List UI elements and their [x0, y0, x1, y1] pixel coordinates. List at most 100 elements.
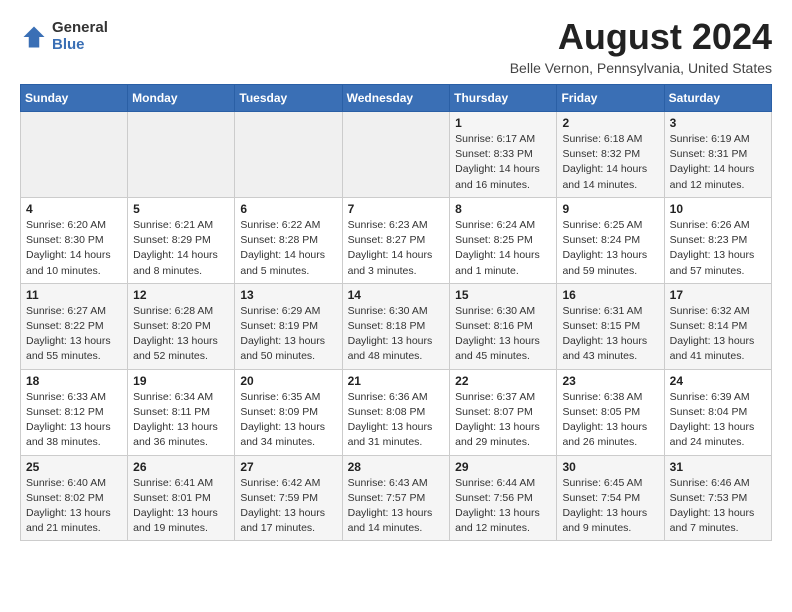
day-detail: Sunrise: 6:40 AMSunset: 8:02 PMDaylight:…: [26, 476, 122, 537]
day-detail: Sunrise: 6:22 AMSunset: 8:28 PMDaylight:…: [240, 218, 336, 279]
day-number: 25: [26, 460, 122, 474]
day-number: 8: [455, 202, 551, 216]
day-detail: Sunrise: 6:39 AMSunset: 8:04 PMDaylight:…: [670, 390, 766, 451]
day-number: 6: [240, 202, 336, 216]
day-detail: Sunrise: 6:26 AMSunset: 8:23 PMDaylight:…: [670, 218, 766, 279]
calendar-cell: 8 Sunrise: 6:24 AMSunset: 8:25 PMDaylight…: [450, 197, 557, 283]
calendar-cell: [342, 112, 450, 198]
day-number: 20: [240, 374, 336, 388]
logo-general: General: [52, 20, 108, 37]
calendar-cell: 4 Sunrise: 6:20 AMSunset: 8:30 PMDaylight…: [21, 197, 128, 283]
weekday-header-thursday: Thursday: [450, 85, 557, 112]
day-number: 3: [670, 116, 766, 130]
title-block: August 2024 Belle Vernon, Pennsylvania, …: [510, 16, 772, 76]
day-detail: Sunrise: 6:30 AMSunset: 8:18 PMDaylight:…: [348, 304, 445, 365]
day-number: 4: [26, 202, 122, 216]
day-detail: Sunrise: 6:35 AMSunset: 8:09 PMDaylight:…: [240, 390, 336, 451]
calendar-cell: 1 Sunrise: 6:17 AMSunset: 8:33 PMDaylight…: [450, 112, 557, 198]
day-number: 9: [562, 202, 658, 216]
day-number: 27: [240, 460, 336, 474]
calendar-cell: 12 Sunrise: 6:28 AMSunset: 8:20 PMDayligh…: [128, 283, 235, 369]
logo: General Blue: [20, 20, 108, 53]
calendar-cell: [235, 112, 342, 198]
calendar-cell: 13 Sunrise: 6:29 AMSunset: 8:19 PMDayligh…: [235, 283, 342, 369]
calendar-cell: 10 Sunrise: 6:26 AMSunset: 8:23 PMDayligh…: [664, 197, 771, 283]
day-number: 15: [455, 288, 551, 302]
day-number: 26: [133, 460, 229, 474]
day-number: 11: [26, 288, 122, 302]
day-number: 14: [348, 288, 445, 302]
day-detail: Sunrise: 6:28 AMSunset: 8:20 PMDaylight:…: [133, 304, 229, 365]
day-detail: Sunrise: 6:45 AMSunset: 7:54 PMDaylight:…: [562, 476, 658, 537]
day-detail: Sunrise: 6:31 AMSunset: 8:15 PMDaylight:…: [562, 304, 658, 365]
calendar-cell: 11 Sunrise: 6:27 AMSunset: 8:22 PMDayligh…: [21, 283, 128, 369]
weekday-header-sunday: Sunday: [21, 85, 128, 112]
calendar-cell: 29Sunrise: 6:44 AMSunset: 7:56 PMDayligh…: [450, 455, 557, 541]
weekday-header-tuesday: Tuesday: [235, 85, 342, 112]
day-detail: Sunrise: 6:44 AMSunset: 7:56 PMDaylight:…: [455, 476, 551, 537]
calendar-cell: 7Sunrise: 6:23 AMSunset: 8:27 PMDaylight…: [342, 197, 450, 283]
day-number: 22: [455, 374, 551, 388]
day-number: 30: [562, 460, 658, 474]
calendar-cell: 21 Sunrise: 6:36 AMSunset: 8:08 PMDayligh…: [342, 369, 450, 455]
day-number: 23: [562, 374, 658, 388]
day-number: 7: [348, 202, 445, 216]
day-number: 18: [26, 374, 122, 388]
day-number: 2: [562, 116, 658, 130]
day-detail: Sunrise: 6:24 AMSunset: 8:25 PMDaylight:…: [455, 218, 551, 279]
calendar-cell: 20 Sunrise: 6:35 AMSunset: 8:09 PMDayligh…: [235, 369, 342, 455]
calendar-body: 1 Sunrise: 6:17 AMSunset: 8:33 PMDaylight…: [21, 112, 772, 541]
calendar-cell: 28Sunrise: 6:43 AMSunset: 7:57 PMDayligh…: [342, 455, 450, 541]
day-number: 13: [240, 288, 336, 302]
calendar-cell: 14 Sunrise: 6:30 AMSunset: 8:18 PMDayligh…: [342, 283, 450, 369]
day-detail: Sunrise: 6:18 AMSunset: 8:32 PMDaylight:…: [562, 132, 658, 193]
calendar-cell: [21, 112, 128, 198]
weekday-header-monday: Monday: [128, 85, 235, 112]
day-detail: Sunrise: 6:17 AMSunset: 8:33 PMDaylight:…: [455, 132, 551, 193]
day-detail: Sunrise: 6:19 AMSunset: 8:31 PMDaylight:…: [670, 132, 766, 193]
day-number: 5: [133, 202, 229, 216]
calendar-week-row: 11 Sunrise: 6:27 AMSunset: 8:22 PMDayligh…: [21, 283, 772, 369]
day-detail: Sunrise: 6:21 AMSunset: 8:29 PMDaylight:…: [133, 218, 229, 279]
calendar-week-row: 18Sunrise: 6:33 AMSunset: 8:12 PMDayligh…: [21, 369, 772, 455]
day-detail: Sunrise: 6:32 AMSunset: 8:14 PMDaylight:…: [670, 304, 766, 365]
calendar-cell: 15Sunrise: 6:30 AMSunset: 8:16 PMDayligh…: [450, 283, 557, 369]
day-detail: Sunrise: 6:46 AMSunset: 7:53 PMDaylight:…: [670, 476, 766, 537]
day-detail: Sunrise: 6:37 AMSunset: 8:07 PMDaylight:…: [455, 390, 551, 451]
logo-blue: Blue: [52, 37, 108, 54]
day-number: 31: [670, 460, 766, 474]
calendar-cell: 27 Sunrise: 6:42 AMSunset: 7:59 PMDayligh…: [235, 455, 342, 541]
calendar-header: SundayMondayTuesdayWednesdayThursdayFrid…: [21, 85, 772, 112]
day-detail: Sunrise: 6:27 AMSunset: 8:22 PMDaylight:…: [26, 304, 122, 365]
day-number: 21: [348, 374, 445, 388]
day-detail: Sunrise: 6:20 AMSunset: 8:30 PMDaylight:…: [26, 218, 122, 279]
calendar-cell: 6 Sunrise: 6:22 AMSunset: 8:28 PMDaylight…: [235, 197, 342, 283]
calendar-cell: 17 Sunrise: 6:32 AMSunset: 8:14 PMDayligh…: [664, 283, 771, 369]
month-year-title: August 2024: [510, 16, 772, 58]
location-subtitle: Belle Vernon, Pennsylvania, United State…: [510, 60, 772, 76]
day-number: 10: [670, 202, 766, 216]
weekday-header-row: SundayMondayTuesdayWednesdayThursdayFrid…: [21, 85, 772, 112]
day-detail: Sunrise: 6:43 AMSunset: 7:57 PMDaylight:…: [348, 476, 445, 537]
calendar-cell: 31 Sunrise: 6:46 AMSunset: 7:53 PMDayligh…: [664, 455, 771, 541]
calendar-cell: 18Sunrise: 6:33 AMSunset: 8:12 PMDayligh…: [21, 369, 128, 455]
calendar-week-row: 4 Sunrise: 6:20 AMSunset: 8:30 PMDaylight…: [21, 197, 772, 283]
day-detail: Sunrise: 6:42 AMSunset: 7:59 PMDaylight:…: [240, 476, 336, 537]
calendar-cell: 9 Sunrise: 6:25 AMSunset: 8:24 PMDaylight…: [557, 197, 664, 283]
day-detail: Sunrise: 6:36 AMSunset: 8:08 PMDaylight:…: [348, 390, 445, 451]
calendar-cell: 19Sunrise: 6:34 AMSunset: 8:11 PMDayligh…: [128, 369, 235, 455]
calendar-cell: 23Sunrise: 6:38 AMSunset: 8:05 PMDayligh…: [557, 369, 664, 455]
day-detail: Sunrise: 6:25 AMSunset: 8:24 PMDaylight:…: [562, 218, 658, 279]
day-detail: Sunrise: 6:29 AMSunset: 8:19 PMDaylight:…: [240, 304, 336, 365]
day-number: 24: [670, 374, 766, 388]
day-number: 16: [562, 288, 658, 302]
calendar-cell: 3 Sunrise: 6:19 AMSunset: 8:31 PMDaylight…: [664, 112, 771, 198]
calendar-cell: 5 Sunrise: 6:21 AMSunset: 8:29 PMDaylight…: [128, 197, 235, 283]
day-number: 1: [455, 116, 551, 130]
day-detail: Sunrise: 6:41 AMSunset: 8:01 PMDaylight:…: [133, 476, 229, 537]
calendar-week-row: 25 Sunrise: 6:40 AMSunset: 8:02 PMDayligh…: [21, 455, 772, 541]
day-number: 17: [670, 288, 766, 302]
calendar-week-row: 1 Sunrise: 6:17 AMSunset: 8:33 PMDaylight…: [21, 112, 772, 198]
calendar-cell: 16 Sunrise: 6:31 AMSunset: 8:15 PMDayligh…: [557, 283, 664, 369]
day-number: 12: [133, 288, 229, 302]
